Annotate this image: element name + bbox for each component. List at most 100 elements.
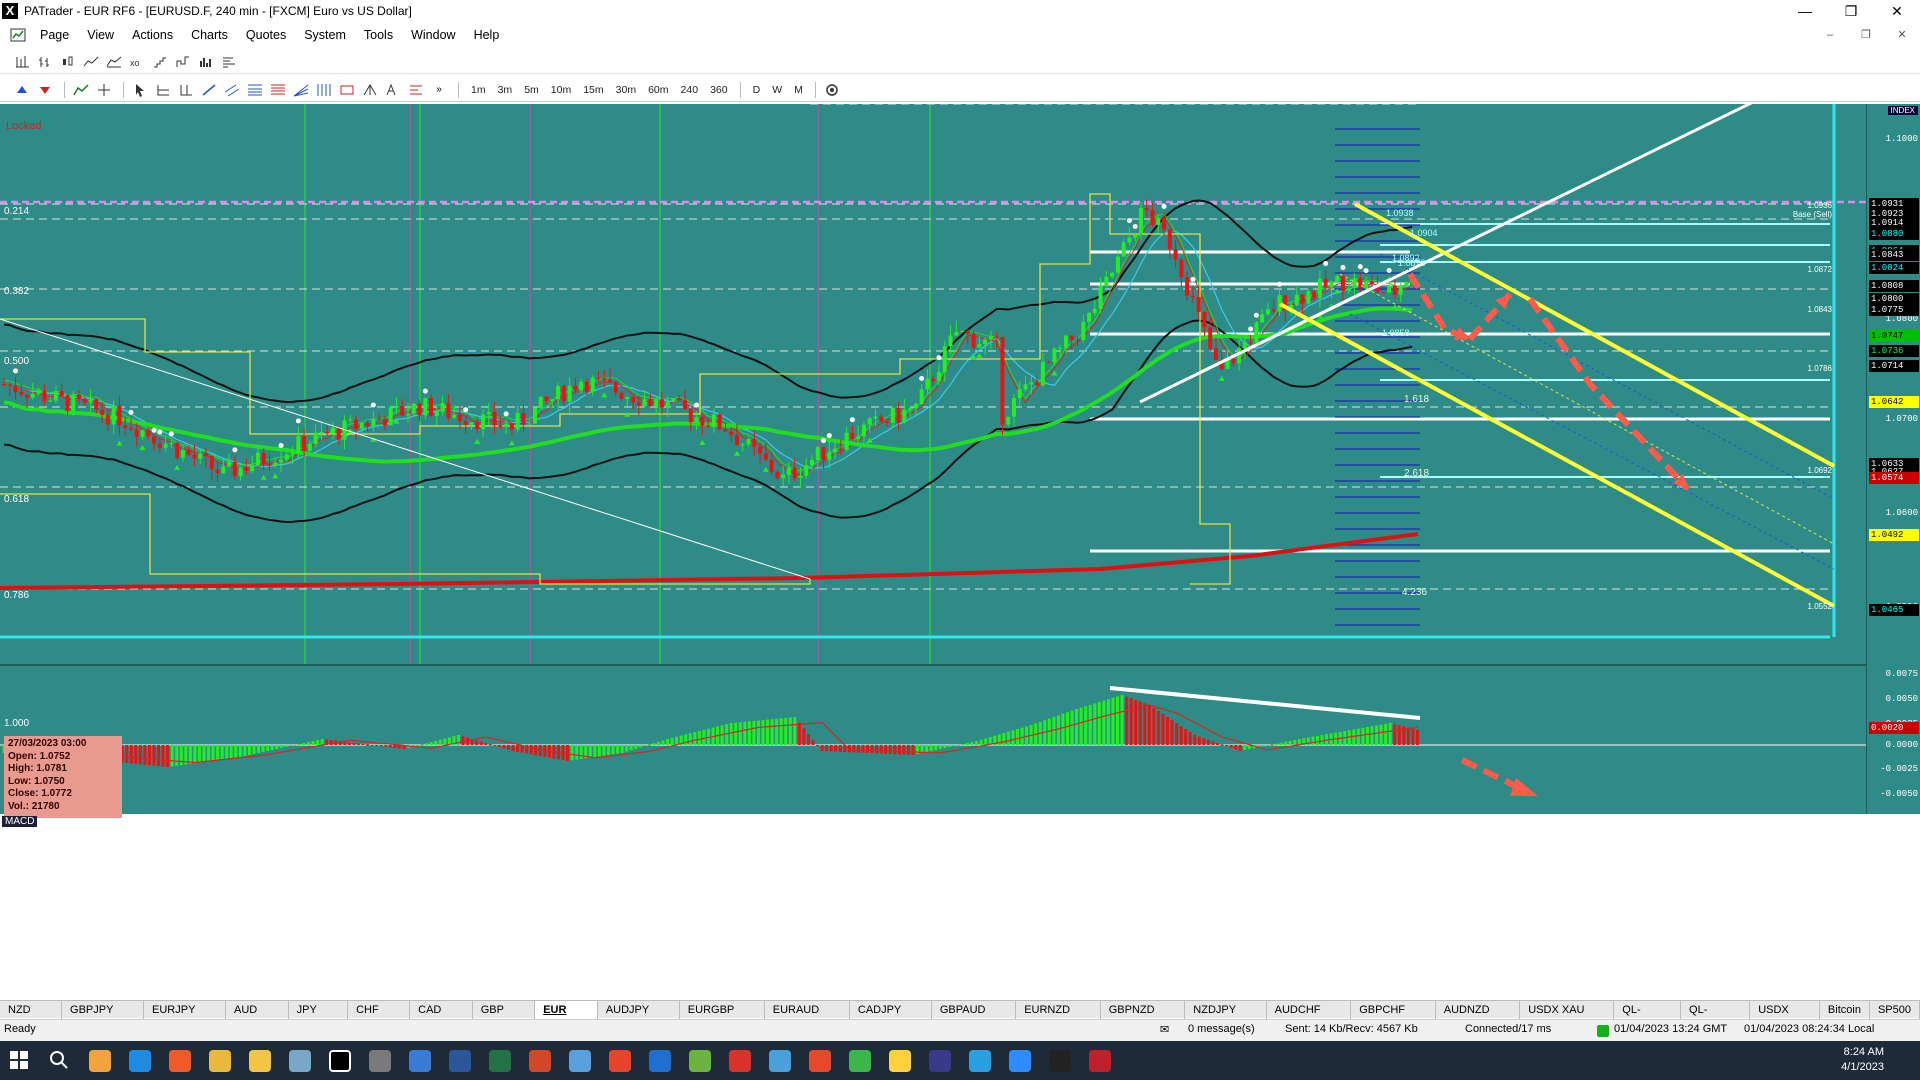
app-c2-icon[interactable] bbox=[840, 1041, 880, 1080]
symbol-tab[interactable]: QL-Exotics bbox=[1681, 1000, 1751, 1034]
gann-icon[interactable] bbox=[406, 81, 426, 99]
sell-icon[interactable] bbox=[35, 81, 55, 99]
symbol-tab[interactable]: AUDJPY RF6 bbox=[598, 1000, 680, 1034]
app-dark-icon[interactable] bbox=[920, 1041, 960, 1080]
price-chart[interactable]: 0.214 0.382 0.500 0.618 0.786 1.000 1.618 2.618… bbox=[0, 104, 1920, 992]
pitchfork-icon[interactable] bbox=[360, 81, 380, 99]
period-weekly[interactable]: W bbox=[766, 84, 788, 96]
outlook-icon[interactable] bbox=[80, 1041, 120, 1080]
symbol-tab[interactable]: GBPCHF RF6 bbox=[1351, 1000, 1436, 1034]
menu-tools[interactable]: Tools bbox=[355, 28, 402, 42]
app-c-icon[interactable] bbox=[800, 1041, 840, 1080]
symbol-tab[interactable]: GBPJPY RF6 bbox=[62, 1000, 145, 1034]
vertical-line-icon[interactable] bbox=[176, 81, 196, 99]
price-plot[interactable]: 0.214 0.382 0.500 0.618 0.786 1.000 1.618 2.618… bbox=[0, 104, 1866, 814]
symbol-tab[interactable]: SP500 bbox=[1870, 1000, 1920, 1019]
menu-charts[interactable]: Charts bbox=[182, 28, 237, 42]
symbol-tab[interactable]: GBP RF6 bbox=[473, 1000, 536, 1034]
restore-button[interactable]: ❐ bbox=[1828, 0, 1874, 22]
fib-fan-icon[interactable] bbox=[291, 81, 311, 99]
symbol-tab[interactable]: NZD RF6 bbox=[0, 1000, 63, 1034]
calculator-icon[interactable] bbox=[400, 1041, 440, 1080]
mdi-restore-button[interactable]: ❐ bbox=[1848, 24, 1884, 46]
symbol-tab[interactable]: AUDNZD RF6 bbox=[1436, 1000, 1521, 1034]
text-tool-icon[interactable] bbox=[383, 81, 403, 99]
renko-chart-icon[interactable] bbox=[150, 53, 170, 71]
symbol-tab[interactable]: CADJPY RF6 bbox=[850, 1000, 932, 1034]
mdi-minimize-button[interactable]: – bbox=[1812, 24, 1848, 46]
symbol-tab[interactable]: QL-Majors bbox=[1614, 1000, 1682, 1034]
symbol-tab[interactable]: EURNZD RF6 bbox=[1016, 1000, 1101, 1034]
symbol-tab[interactable]: EUR RF6 bbox=[535, 1000, 598, 1034]
symbol-tab[interactable]: EURAUD RF6 bbox=[765, 1000, 850, 1034]
taskbar-clock[interactable]: 8:24 AM 4/1/2023 bbox=[1841, 1045, 1884, 1075]
timeframe-60m[interactable]: 60m bbox=[642, 84, 674, 96]
minimize-button[interactable]: — bbox=[1782, 0, 1828, 22]
menu-view[interactable]: View bbox=[78, 28, 123, 42]
more-tools-icon[interactable]: » bbox=[429, 81, 449, 99]
line-chart-icon[interactable] bbox=[81, 53, 101, 71]
symbol-tab[interactable]: GBPNZD RF6 bbox=[1101, 1000, 1186, 1034]
search-icon[interactable] bbox=[40, 1041, 80, 1080]
symbol-tab[interactable]: JPY RF6 bbox=[289, 1000, 349, 1034]
app-green-icon[interactable] bbox=[680, 1041, 720, 1080]
menu-window[interactable]: Window bbox=[402, 28, 464, 42]
rectangle-icon[interactable] bbox=[337, 81, 357, 99]
histogram-icon[interactable] bbox=[219, 53, 239, 71]
timeframe-1m[interactable]: 1m bbox=[465, 84, 492, 96]
fib-extension-icon[interactable] bbox=[268, 81, 288, 99]
brave-icon[interactable] bbox=[160, 1041, 200, 1080]
symbol-tab[interactable]: Bitcoin bbox=[1820, 1000, 1870, 1019]
ohlc-chart-icon[interactable] bbox=[35, 53, 55, 71]
start-icon[interactable] bbox=[0, 1041, 40, 1080]
symbol-tab[interactable]: USDX RF6 bbox=[1750, 1000, 1820, 1034]
folder-icon[interactable] bbox=[240, 1041, 280, 1080]
area-chart-icon[interactable] bbox=[104, 53, 124, 71]
app-s-icon[interactable] bbox=[600, 1041, 640, 1080]
symbol-tab[interactable]: NZDJPY RF6 bbox=[1185, 1000, 1267, 1034]
kagi-chart-icon[interactable] bbox=[173, 53, 193, 71]
zoom-icon[interactable] bbox=[1000, 1041, 1040, 1080]
fib-time-icon[interactable] bbox=[314, 81, 334, 99]
timeframe-240[interactable]: 240 bbox=[675, 84, 705, 96]
indicator-icon[interactable] bbox=[71, 81, 91, 99]
telegram-icon[interactable] bbox=[960, 1041, 1000, 1080]
buy-icon[interactable] bbox=[12, 81, 32, 99]
timeframe-10m[interactable]: 10m bbox=[545, 84, 577, 96]
symbol-tab[interactable]: AUDCHF RF6 bbox=[1267, 1000, 1352, 1034]
bar-chart-icon[interactable] bbox=[12, 53, 32, 71]
menu-page[interactable]: Page bbox=[31, 28, 78, 42]
menu-quotes[interactable]: Quotes bbox=[237, 28, 295, 42]
chrome-icon[interactable] bbox=[200, 1041, 240, 1080]
sticky-icon[interactable] bbox=[880, 1041, 920, 1080]
volume-chart-icon[interactable] bbox=[196, 53, 216, 71]
mail-icon[interactable]: ✉ bbox=[1160, 1023, 1169, 1036]
macd-pane[interactable] bbox=[0, 664, 1866, 814]
period-monthly[interactable]: M bbox=[788, 84, 809, 96]
symbol-tab[interactable]: GBPAUD RF6 bbox=[932, 1000, 1017, 1034]
symbol-tab[interactable]: USDX XAU WTI bbox=[1520, 1000, 1615, 1034]
page-icon[interactable] bbox=[8, 26, 28, 44]
patrader-icon[interactable] bbox=[320, 1041, 360, 1080]
edge-icon[interactable] bbox=[120, 1041, 160, 1080]
timeframe-360[interactable]: 360 bbox=[704, 84, 734, 96]
app-red-icon[interactable] bbox=[720, 1041, 760, 1080]
pointer-icon[interactable] bbox=[130, 81, 150, 99]
app-icon[interactable] bbox=[360, 1041, 400, 1080]
symbol-tab[interactable]: CHF RF6 bbox=[348, 1000, 411, 1034]
horizontal-line-icon[interactable] bbox=[153, 81, 173, 99]
symbol-tab[interactable]: AUD RF6 bbox=[226, 1000, 289, 1034]
timeframe-5m[interactable]: 5m bbox=[518, 84, 545, 96]
point-figure-icon[interactable]: xo bbox=[127, 53, 147, 71]
tradingview-icon[interactable] bbox=[1040, 1041, 1080, 1080]
price-scale[interactable]: INDEX 1.10001.09001.08001.07001.06001.05… bbox=[1866, 104, 1920, 814]
channel-icon[interactable] bbox=[222, 81, 242, 99]
target-icon[interactable] bbox=[822, 81, 842, 99]
menu-help[interactable]: Help bbox=[465, 28, 509, 42]
app-s2-icon[interactable] bbox=[640, 1041, 680, 1080]
symbol-tab[interactable]: EURGBP RF6 bbox=[680, 1000, 765, 1034]
powerpoint-icon[interactable] bbox=[520, 1041, 560, 1080]
fib-retracement-icon[interactable] bbox=[245, 81, 265, 99]
mdi-close-button[interactable]: ✕ bbox=[1884, 24, 1920, 46]
crosshair-icon[interactable] bbox=[94, 81, 114, 99]
